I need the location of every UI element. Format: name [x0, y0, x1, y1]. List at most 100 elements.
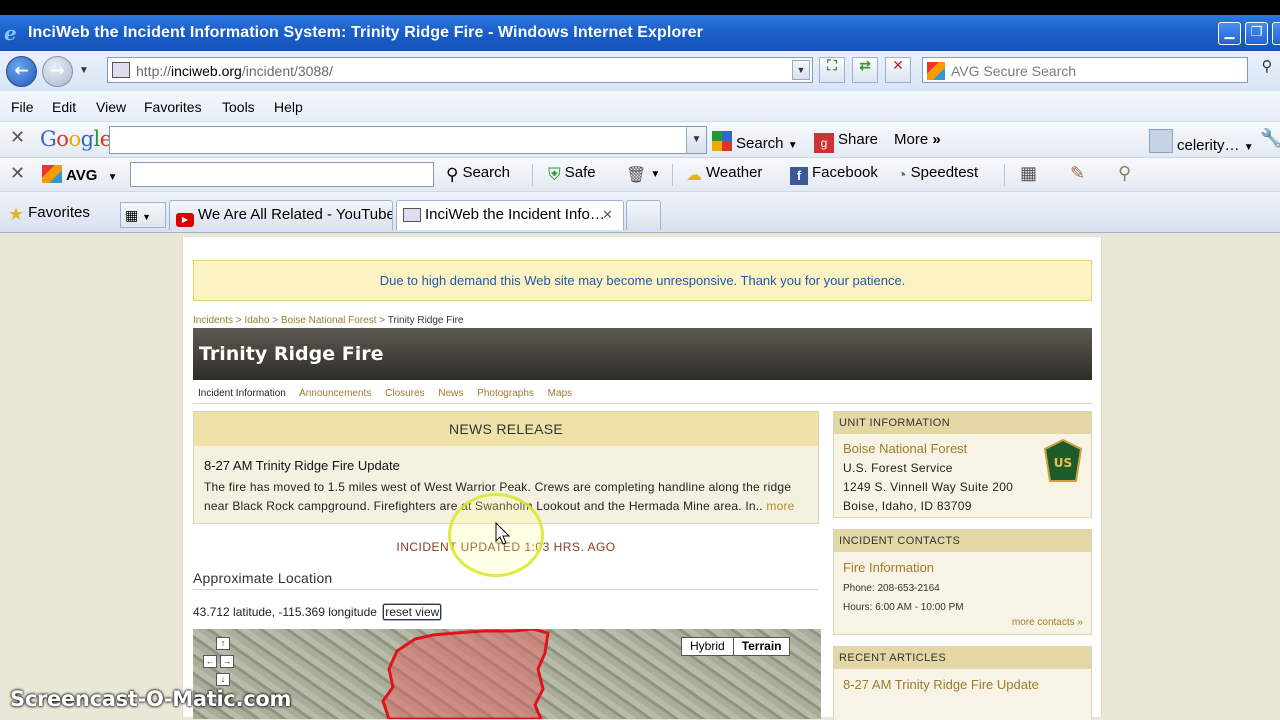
screencast-watermark: Screencast-O-Matic.com: [10, 687, 292, 711]
magnifier-icon: ⚲: [446, 165, 459, 184]
breadcrumb-boise-nf[interactable]: Boise National Forest: [281, 315, 377, 326]
tab-maps[interactable]: Maps: [548, 388, 572, 399]
google-toolbar: ✕ Google ▼ Search ▼ g Share More » celeri…: [0, 121, 1280, 157]
minimize-button[interactable]: ▁: [1218, 22, 1241, 45]
page-icon: [112, 62, 130, 78]
pan-down-icon[interactable]: ↓: [216, 673, 230, 686]
recent-pages-dropdown-icon[interactable]: ▼: [79, 65, 89, 76]
menu-file[interactable]: File: [11, 99, 34, 115]
pan-up-icon[interactable]: ↑: [216, 637, 230, 650]
safe-button[interactable]: ⛨ Safe: [548, 164, 596, 185]
breadcrumb-current: Trinity Ridge Fire: [387, 315, 464, 326]
more-contacts-link[interactable]: more contacts »: [1012, 617, 1083, 628]
avg-logo[interactable]: AVG ▼: [42, 165, 117, 184]
news-more-link[interactable]: more: [766, 499, 794, 513]
breadcrumb-incidents[interactable]: Incidents: [193, 315, 233, 326]
quick-tabs-icon: ▦: [125, 207, 139, 223]
close-avg-toolbar-icon[interactable]: ✕: [10, 163, 25, 184]
unit-city: Boise, Idaho, ID 83709: [843, 499, 972, 513]
weather-button[interactable]: ☁ Weather: [686, 164, 762, 185]
menu-tools[interactable]: Tools: [222, 99, 255, 115]
reset-view-button[interactable]: reset view: [383, 604, 442, 620]
page-icon: [403, 208, 421, 222]
back-button[interactable]: ←: [6, 56, 37, 87]
compatibility-view-icon[interactable]: ⛶: [819, 57, 845, 83]
google-search-dropdown-icon[interactable]: ▼: [686, 127, 706, 153]
avg-search-input[interactable]: [130, 162, 434, 187]
unit-name-link[interactable]: Boise National Forest: [843, 441, 967, 456]
map-type-hybrid[interactable]: Hybrid: [682, 638, 733, 655]
tab-incident-information[interactable]: Incident Information: [198, 388, 286, 399]
menu-help[interactable]: Help: [274, 99, 303, 115]
avg-toolbar: ✕ AVG ▼ ⚲ Search ⛨ Safe 🗑 ▼ ☁ Weather f Faceb…: [0, 157, 1280, 191]
tab-youtube[interactable]: ▶ We Are All Related - YouTube: [169, 200, 393, 230]
incident-header: Trinity Ridge Fire: [193, 328, 1092, 380]
new-tab-button[interactable]: [626, 200, 661, 230]
divider: [193, 403, 1092, 404]
avg-search-button[interactable]: ⚲ Search: [446, 164, 510, 185]
google-logo: Google: [40, 127, 112, 151]
magnifier-tool-icon[interactable]: ⚲: [1118, 163, 1131, 184]
divider: [193, 589, 819, 590]
facebook-icon: f: [790, 167, 808, 185]
google-search-button[interactable]: Search ▼: [712, 131, 798, 152]
wrench-icon[interactable]: 🔧: [1260, 128, 1280, 149]
contact-hours: Hours: 6:00 AM - 10:00 PM: [843, 602, 964, 613]
incident-contacts-heading: INCIDENT CONTACTS: [834, 530, 1091, 552]
window-titlebar: e InciWeb the Incident Information Syste…: [0, 15, 1280, 51]
menu-edit[interactable]: Edit: [52, 99, 76, 115]
facebook-button[interactable]: f Facebook: [790, 164, 878, 185]
breadcrumb-separator: >: [379, 315, 386, 326]
forward-button[interactable]: →: [42, 56, 73, 87]
tab-news[interactable]: News: [438, 388, 463, 399]
close-google-toolbar-icon[interactable]: ✕: [10, 127, 25, 148]
contact-phone: Phone: 208-653-2164: [843, 583, 940, 594]
quick-tabs-button[interactable]: ▦ ▼: [120, 202, 166, 228]
menu-favorites[interactable]: Favorites: [144, 99, 202, 115]
calculator-icon[interactable]: ▦: [1020, 163, 1037, 184]
toolbar-divider: [672, 164, 673, 186]
pan-right-icon[interactable]: →: [220, 655, 234, 668]
trash-button[interactable]: 🗑 ▼: [626, 164, 660, 185]
more-button[interactable]: More »: [894, 131, 941, 148]
tab-inciweb[interactable]: InciWeb the Incident Info… ✕: [396, 200, 624, 230]
account-menu[interactable]: celerity… ▼: [1149, 129, 1254, 154]
tab-announcements[interactable]: Announcements: [299, 388, 371, 399]
refresh-icon[interactable]: ⇄: [852, 57, 878, 83]
news-release-title[interactable]: 8-27 AM Trinity Ridge Fire Update: [204, 458, 400, 473]
map-type-terrain[interactable]: Terrain: [732, 638, 790, 655]
pan-left-icon[interactable]: ←: [203, 655, 217, 668]
favorites-button[interactable]: ★ Favorites: [8, 204, 90, 225]
menu-view[interactable]: View: [96, 99, 126, 115]
coordinates: 43.712 latitude, -115.369 longitude rese…: [193, 604, 442, 620]
search-go-icon[interactable]: ⚲: [1254, 57, 1280, 83]
breadcrumb-separator: >: [272, 315, 279, 326]
tabs-bar: ★ Favorites ▦ ▼ ▶ We Are All Related - You…: [0, 191, 1280, 233]
tab-closures[interactable]: Closures: [385, 388, 424, 399]
ie-logo-icon: e: [4, 21, 17, 45]
share-button[interactable]: g Share: [814, 131, 878, 153]
toolbar-divider: [532, 164, 533, 186]
close-window-button[interactable]: [1272, 22, 1280, 45]
speedtest-button[interactable]: ◔ Speedtest: [897, 164, 978, 185]
google-search-input[interactable]: ▼: [109, 126, 707, 154]
recent-article-link[interactable]: 8-27 AM Trinity Ridge Fire Update: [843, 677, 1039, 692]
notepad-icon[interactable]: ✎: [1070, 163, 1085, 184]
stop-icon[interactable]: ✕: [885, 57, 911, 83]
fire-perimeter: [381, 629, 550, 719]
menu-bar: File Edit View Favorites Tools Help: [0, 91, 1280, 121]
youtube-icon: ▶: [176, 213, 194, 227]
page-viewport: Due to high demand this Web site may bec…: [0, 233, 1280, 720]
share-icon: g: [814, 133, 834, 153]
web-search-input[interactable]: AVG Secure Search: [922, 57, 1248, 83]
breadcrumb-idaho[interactable]: Idaho: [244, 315, 269, 326]
restore-button[interactable]: ❐: [1245, 22, 1268, 45]
url-dropdown-icon[interactable]: ▼: [792, 60, 810, 80]
usfs-shield-icon: US: [1043, 439, 1083, 482]
contact-name-link[interactable]: Fire Information: [843, 560, 934, 575]
close-tab-icon[interactable]: ✕: [602, 201, 613, 229]
unit-information-box: UNIT INFORMATION Boise National Forest U…: [833, 411, 1092, 518]
tab-photographs[interactable]: Photographs: [477, 388, 534, 399]
recent-articles-box: RECENT ARTICLES 8-27 AM Trinity Ridge Fi…: [833, 646, 1092, 720]
url-field[interactable]: http://inciweb.org/incident/3088/ ▼: [107, 57, 813, 83]
